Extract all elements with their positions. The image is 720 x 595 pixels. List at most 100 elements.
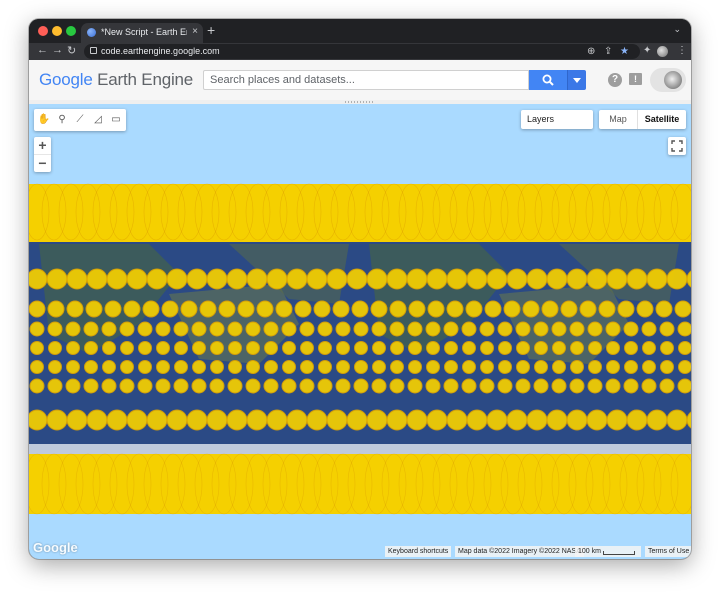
- tab-title: *New Script - Earth Engine Code Editor: [101, 27, 187, 37]
- feedback-icon[interactable]: !: [629, 73, 642, 85]
- overlay-footprint-circle: [497, 321, 513, 337]
- draw-rectangle-icon[interactable]: ▭: [109, 113, 123, 127]
- overlay-footprint-circle: [370, 300, 388, 318]
- profile-avatar[interactable]: [657, 46, 668, 57]
- draw-line-icon[interactable]: ⟋: [73, 113, 87, 127]
- overlay-footprint-circle: [480, 341, 494, 355]
- overlay-footprint-circle: [84, 360, 98, 374]
- overlay-footprint-circle: [313, 300, 331, 318]
- map-type-satellite-button[interactable]: Satellite: [638, 110, 686, 129]
- scale-label: 100 km: [578, 548, 601, 555]
- overlay-footprint-circle: [106, 409, 128, 431]
- forward-button[interactable]: →: [52, 44, 63, 56]
- map-type-map-button[interactable]: Map: [599, 110, 638, 129]
- overlay-footprint-circle: [106, 268, 128, 290]
- kebab-menu-icon[interactable]: ⋮: [677, 45, 687, 56]
- help-icon[interactable]: ?: [608, 73, 622, 87]
- scale-bar: [603, 551, 635, 555]
- zoom-in-button[interactable]: +: [34, 137, 51, 155]
- overlay-footprint-circle: [47, 321, 63, 337]
- overlay-footprint-circle: [446, 268, 468, 290]
- close-window-button[interactable]: [38, 26, 48, 36]
- overlay-footprint-circle: [126, 268, 148, 290]
- overlay-footprint-circle: [551, 378, 567, 394]
- search-button[interactable]: [529, 70, 567, 90]
- overlay-footprint-circle: [199, 300, 217, 318]
- overlay-footprint-circle: [228, 360, 242, 374]
- overlay-footprint-circle: [606, 341, 620, 355]
- add-marker-icon[interactable]: ⚲: [55, 113, 69, 127]
- overlay-footprint-circle: [566, 409, 588, 431]
- scale-control[interactable]: 100 km: [575, 546, 641, 557]
- overlay-footprint-circle: [142, 300, 160, 318]
- overlay-footprint-circle: [486, 409, 508, 431]
- overlay-footprint-circle: [317, 378, 333, 394]
- tab-earth-engine[interactable]: *New Script - Earth Engine Code Editor ×: [81, 23, 203, 43]
- overlay-footprint-circle: [48, 341, 62, 355]
- account-button[interactable]: [650, 68, 686, 92]
- overlay-footprint-circle: [426, 341, 440, 355]
- overlay-footprint-circle: [336, 360, 350, 374]
- fullscreen-button[interactable]: [668, 137, 686, 155]
- bookmark-star-icon[interactable]: ★: [620, 46, 629, 57]
- search-input[interactable]: Search places and datasets...: [203, 70, 529, 90]
- lock-icon[interactable]: [90, 47, 97, 54]
- address-bar[interactable]: code.earthengine.google.com ⊕ ⇪ ★: [84, 44, 640, 59]
- layers-button[interactable]: Layers: [521, 110, 593, 129]
- earth-engine-logo[interactable]: Google Earth Engine: [39, 70, 193, 90]
- share-icon[interactable]: ⇪: [604, 46, 612, 57]
- zoom-out-button[interactable]: −: [34, 155, 51, 172]
- zoom-icon[interactable]: ⊕: [587, 46, 595, 57]
- overlay-footprint-circle: [427, 300, 445, 318]
- minimize-window-button[interactable]: [52, 26, 62, 36]
- overlay-footprint-circle: [206, 268, 228, 290]
- overlay-footprint-circle: [579, 300, 597, 318]
- overlay-footprint-circle: [104, 300, 122, 318]
- overlay-footprint-circle: [642, 341, 656, 355]
- overlay-footprint-circle: [623, 321, 639, 337]
- overlay-footprint-circle: [86, 268, 108, 290]
- keyboard-shortcuts-link[interactable]: Keyboard shortcuts: [385, 546, 452, 557]
- overlay-footprint-circle: [552, 341, 566, 355]
- overlay-footprint-circle: [335, 378, 351, 394]
- overlay-footprint-circle: [588, 360, 602, 374]
- overlay-footprint-circle: [191, 378, 207, 394]
- tab-close-icon[interactable]: ×: [192, 26, 198, 37]
- overlay-footprint-circle: [83, 378, 99, 394]
- overlay-footprint-circle: [29, 378, 45, 394]
- overlay-footprint-circle: [407, 378, 423, 394]
- overlay-footprint-circle: [526, 268, 548, 290]
- overlay-footprint-circle: [245, 321, 261, 337]
- browser-window: *New Script - Earth Engine Code Editor ×…: [29, 19, 691, 559]
- overlay-footprint-circle: [210, 341, 224, 355]
- reload-button[interactable]: ↻: [67, 44, 76, 57]
- overlay-footprint-circle: [306, 268, 328, 290]
- map-canvas[interactable]: ✋ ⚲ ⟋ ◿ ▭ Layers Map Satellite + − Googl…: [29, 104, 691, 559]
- overlay-footprint-circle: [598, 300, 616, 318]
- terms-of-use-link[interactable]: Terms of Use: [645, 546, 691, 557]
- tab-search-button[interactable]: ⌄: [673, 24, 681, 35]
- map-imagery: [29, 183, 691, 515]
- extensions-icon[interactable]: ✦: [643, 45, 651, 56]
- overlay-footprint-circle: [466, 268, 488, 290]
- overlay-footprint-circle: [29, 409, 48, 431]
- overlay-footprint-circle: [641, 378, 657, 394]
- search-filter-dropdown[interactable]: [567, 70, 586, 90]
- overlay-footprint-circle: [346, 409, 368, 431]
- draw-polygon-icon[interactable]: ◿: [91, 113, 105, 127]
- overlay-footprint-circle: [101, 321, 117, 337]
- new-tab-button[interactable]: +: [207, 22, 215, 38]
- overlay-band-bottom: [29, 454, 691, 514]
- overlay-footprint-circle: [606, 409, 628, 431]
- overlay-footprint-circle: [646, 409, 668, 431]
- overlay-footprint-circle: [586, 409, 608, 431]
- overlay-footprint-circle: [461, 321, 477, 337]
- overlay-footprint-circle: [126, 409, 148, 431]
- google-watermark: Google: [33, 540, 78, 555]
- pan-hand-icon[interactable]: ✋: [37, 113, 51, 127]
- maximize-window-button[interactable]: [66, 26, 76, 36]
- overlay-footprint-circle: [161, 300, 179, 318]
- overlay-footprint-circle: [479, 378, 495, 394]
- back-button[interactable]: ←: [37, 44, 48, 56]
- overlay-footprint-circle: [660, 341, 674, 355]
